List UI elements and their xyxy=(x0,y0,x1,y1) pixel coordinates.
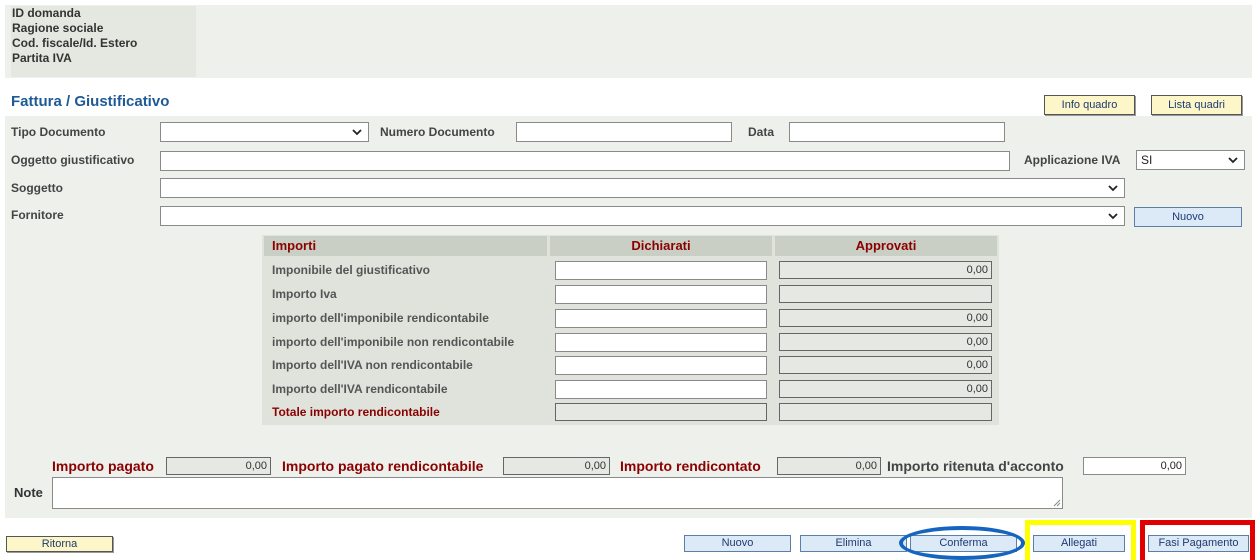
note-textarea[interactable] xyxy=(52,477,1063,509)
label-id-domanda: ID domanda xyxy=(12,6,81,20)
label-ragione-sociale: Ragione sociale xyxy=(12,21,104,35)
approvati-imponibile-value: 0,00 xyxy=(779,261,992,279)
soggetto-select[interactable] xyxy=(160,178,1125,198)
ritorna-button[interactable]: Ritorna xyxy=(6,536,113,552)
lista-quadri-button[interactable]: Lista quadri xyxy=(1151,95,1242,115)
row-label-imponibile: Imponibile del giustificativo xyxy=(272,263,431,277)
tipo-documento-label: Tipo Documento xyxy=(11,125,106,139)
chevron-down-icon xyxy=(1228,157,1238,164)
applicazione-iva-label: Applicazione IVA xyxy=(1024,153,1121,167)
row-label-totale-rend: Totale importo rendicontabile xyxy=(272,405,440,419)
approvati-iva-rend-value: 0,00 xyxy=(779,380,992,398)
ritenuta-input[interactable]: 0,00 xyxy=(1083,457,1186,475)
allegati-highlight-box xyxy=(1025,520,1136,560)
chevron-down-icon xyxy=(1108,185,1118,192)
fornitore-label: Fornitore xyxy=(11,208,64,222)
importo-rendicontato-value: 0,00 xyxy=(777,457,881,475)
approvati-header: Approvati xyxy=(775,236,997,256)
data-label: Data xyxy=(748,125,775,139)
dichiarati-imponibile-input[interactable] xyxy=(555,261,767,280)
dichiarati-imponibile-rend-input[interactable] xyxy=(555,309,767,328)
approvati-iva-non-rend-value: 0,00 xyxy=(779,356,992,374)
label-partita-iva: Partita IVA xyxy=(12,51,72,65)
section-title: Fattura / Giustificativo xyxy=(11,93,170,110)
dichiarati-totale-value xyxy=(555,403,767,421)
info-quadro-button[interactable]: Info quadro xyxy=(1044,95,1135,115)
numero-documento-input[interactable] xyxy=(516,122,732,142)
dichiarati-iva-rend-input[interactable] xyxy=(555,380,767,399)
dichiarati-iva-non-rend-input[interactable] xyxy=(555,356,767,375)
importo-pagato-value: 0,00 xyxy=(166,457,271,475)
nuovo-fornitore-button[interactable]: Nuovo xyxy=(1134,207,1242,227)
fasi-pagamento-highlight-box xyxy=(1140,520,1255,560)
dichiarati-importo-iva-input[interactable] xyxy=(555,285,767,304)
approvati-imponibile-rend-value: 0,00 xyxy=(779,309,992,327)
row-label-imponibile-rend: importo dell'imponibile rendicontabile xyxy=(272,311,489,325)
importo-pagato-rend-value: 0,00 xyxy=(503,457,610,475)
chevron-down-icon xyxy=(1108,213,1118,220)
soggetto-label: Soggetto xyxy=(11,181,63,195)
approvati-imponibile-non-rend-value: 0,00 xyxy=(779,333,992,351)
importi-header: Importi xyxy=(264,236,547,256)
row-label-importo-iva: Importo Iva xyxy=(272,287,337,301)
label-cod-fiscale: Cod. fiscale/Id. Estero xyxy=(12,36,138,50)
fornitore-select[interactable] xyxy=(160,206,1125,226)
request-info-labels: ID domanda Ragione sociale Cod. fiscale/… xyxy=(11,6,196,77)
row-label-imponibile-non-rend: importo dell'imponibile non rendicontabi… xyxy=(272,335,515,349)
dichiarati-imponibile-non-rend-input[interactable] xyxy=(555,333,767,352)
row-label-iva-rend: Importo dell'IVA rendicontabile xyxy=(272,382,448,396)
tipo-documento-select[interactable] xyxy=(160,122,369,142)
oggetto-label: Oggetto giustificativo xyxy=(11,153,135,167)
approvati-importo-iva-value xyxy=(779,285,992,303)
oggetto-input[interactable] xyxy=(160,151,1010,171)
nuovo-button[interactable]: Nuovo xyxy=(684,535,791,552)
dichiarati-header: Dichiarati xyxy=(550,236,772,256)
importo-rendicontato-label: Importo rendicontato xyxy=(620,458,761,474)
ritenuta-label: Importo ritenuta d'acconto xyxy=(887,458,1064,474)
elimina-button[interactable]: Elimina xyxy=(800,535,907,552)
row-label-iva-non-rend: Importo dell'IVA non rendicontabile xyxy=(272,358,473,372)
chevron-down-icon xyxy=(352,129,362,136)
resize-handle-icon[interactable] xyxy=(1053,499,1061,507)
conferma-highlight-ellipse xyxy=(899,526,1025,560)
data-input[interactable] xyxy=(789,122,1005,142)
approvati-totale-value xyxy=(779,403,992,421)
applicazione-iva-select[interactable]: SI xyxy=(1136,150,1245,170)
numero-documento-label: Numero Documento xyxy=(380,125,495,139)
note-label: Note xyxy=(14,485,43,500)
importo-pagato-rend-label: Importo pagato rendicontabile xyxy=(282,458,484,474)
importo-pagato-label: Importo pagato xyxy=(52,458,154,474)
